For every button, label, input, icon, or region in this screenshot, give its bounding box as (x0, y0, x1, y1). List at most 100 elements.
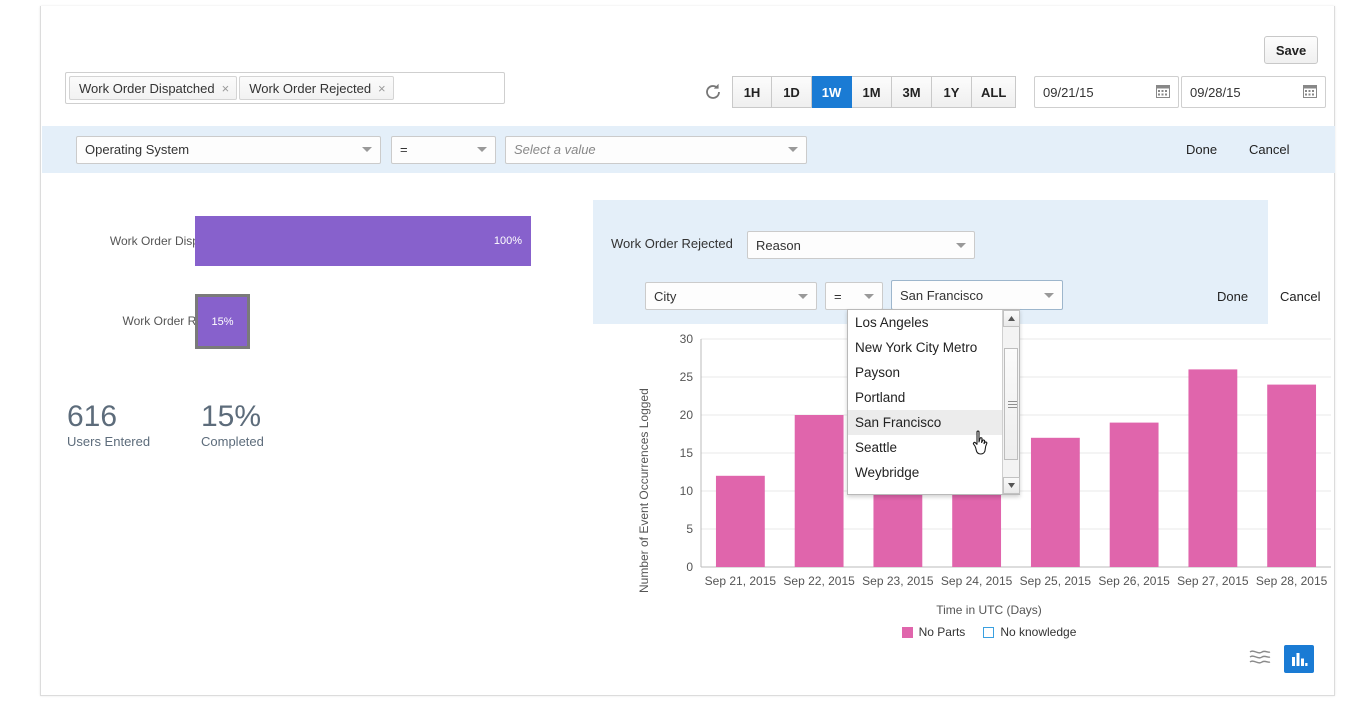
legend-swatch (983, 627, 994, 638)
start-date-input[interactable]: 09/21/15 (1034, 76, 1179, 108)
filter-value-select[interactable]: Select a value (505, 136, 807, 164)
chart-legend: No Parts No knowledge (639, 625, 1339, 639)
stat-label-users-entered: Users Entered (67, 434, 150, 449)
range-button-1d[interactable]: 1D (772, 76, 812, 108)
stat-value-completed: 15% (201, 400, 261, 434)
svg-text:30: 30 (680, 332, 694, 346)
event-chip-label: Work Order Dispatched (79, 81, 215, 96)
breakdown-panel: Work Order Rejected Reason City = San Fr… (593, 200, 1268, 324)
legend-label: No knowledge (1000, 625, 1076, 639)
time-range-selector[interactable]: 1H 1D 1W 1M 3M 1Y ALL (732, 76, 1016, 108)
calendar-icon[interactable] (1303, 84, 1317, 101)
chevron-down-icon[interactable] (469, 147, 487, 152)
breakdown-event-label: Work Order Rejected (611, 236, 733, 251)
funnel-bar-percent: 15% (211, 316, 233, 328)
event-chip[interactable]: Work Order Rejected × (239, 76, 393, 100)
svg-text:10: 10 (680, 484, 694, 498)
legend-item-no-knowledge[interactable]: No knowledge (983, 625, 1076, 639)
filter-operator-value: = (400, 142, 408, 157)
scroll-down-arrow-icon[interactable] (1003, 477, 1020, 494)
legend-label: No Parts (919, 625, 966, 639)
event-chip-label: Work Order Rejected (249, 81, 371, 96)
end-date-input[interactable]: 09/28/15 (1181, 76, 1326, 108)
refresh-icon[interactable] (702, 81, 724, 103)
event-chips-field[interactable]: Work Order Dispatched × Work Order Rejec… (65, 72, 505, 104)
chart-bar[interactable] (1267, 385, 1316, 567)
funnel-bar-dispatched[interactable]: 100% (195, 216, 531, 266)
chart-x-tick-label: Sep 22, 2015 (783, 574, 855, 588)
chart-bar[interactable] (1188, 369, 1237, 567)
range-button-3m[interactable]: 3M (892, 76, 932, 108)
city-dropdown-list[interactable]: Los AngelesNew York City MetroPaysonPort… (847, 309, 1020, 495)
event-chip[interactable]: Work Order Dispatched × (69, 76, 237, 100)
remove-chip-icon[interactable]: × (378, 82, 386, 95)
breakdown-filter-operator-select[interactable]: = (825, 282, 883, 310)
group-by-value: Reason (756, 238, 801, 253)
filter-operator-select[interactable]: = (391, 136, 496, 164)
legend-item-no-parts[interactable]: No Parts (902, 625, 966, 639)
breakdown-filter-value-select[interactable]: San Francisco (891, 280, 1063, 310)
stat-value-users-entered: 616 (67, 400, 117, 434)
chart-x-tick-label: Sep 21, 2015 (705, 574, 777, 588)
dropdown-scrollbar[interactable] (1002, 310, 1019, 494)
chart-y-axis-label: Number of Event Occurrences Logged (637, 343, 651, 593)
chart-bar[interactable] (716, 476, 765, 567)
chart-bar[interactable] (795, 415, 844, 567)
range-button-1y[interactable]: 1Y (932, 76, 972, 108)
save-button[interactable]: Save (1264, 36, 1318, 64)
chevron-down-icon[interactable] (790, 294, 808, 299)
dropdown-option[interactable]: New York City Metro (848, 335, 1019, 360)
end-date-value: 09/28/15 (1190, 85, 1241, 100)
app-root: Save Work Order Dispatched × Work Order … (0, 0, 1362, 702)
bar-chart-icon[interactable] (1284, 645, 1314, 673)
filter-attribute-value: Operating System (85, 142, 189, 157)
svg-text:15: 15 (680, 446, 694, 460)
svg-text:20: 20 (680, 408, 694, 422)
breakdown-cancel-button[interactable]: Cancel (1280, 289, 1320, 304)
chart-x-tick-label: Sep 25, 2015 (1020, 574, 1092, 588)
dropdown-option[interactable]: Portland (848, 385, 1019, 410)
funnel-bar-percent: 100% (494, 235, 522, 247)
range-button-all[interactable]: ALL (972, 76, 1016, 108)
dropdown-option[interactable]: Payson (848, 360, 1019, 385)
funnel-bar-rejected[interactable]: 15% (198, 297, 247, 346)
breakdown-filter-attribute-select[interactable]: City (645, 282, 817, 310)
remove-chip-icon[interactable]: × (222, 82, 230, 95)
chart-x-tick-label: Sep 23, 2015 (862, 574, 934, 588)
range-button-1m[interactable]: 1M (852, 76, 892, 108)
svg-text:25: 25 (680, 370, 694, 384)
scroll-up-arrow-icon[interactable] (1003, 310, 1020, 327)
filter-attribute-select[interactable]: Operating System (76, 136, 381, 164)
calendar-icon[interactable] (1156, 84, 1170, 101)
global-filter-cancel-button[interactable]: Cancel (1249, 142, 1289, 157)
breakdown-filter-value: San Francisco (900, 288, 983, 303)
scrollbar-grip-icon (1008, 401, 1017, 408)
chart-x-tick-label: Sep 24, 2015 (941, 574, 1013, 588)
chart-bar[interactable] (1031, 438, 1080, 567)
scrollbar-thumb[interactable] (1004, 348, 1018, 460)
mouse-cursor-icon (971, 430, 995, 465)
chart-x-tick-label: Sep 27, 2015 (1177, 574, 1249, 588)
breakdown-done-button[interactable]: Done (1217, 289, 1248, 304)
chart-x-tick-label: Sep 26, 2015 (1098, 574, 1170, 588)
chart-x-tick-label: Sep 28, 2015 (1256, 574, 1328, 588)
chevron-down-icon[interactable] (780, 147, 798, 152)
range-button-1w[interactable]: 1W (812, 76, 852, 108)
chevron-down-icon[interactable] (1036, 293, 1054, 298)
start-date-value: 09/21/15 (1043, 85, 1094, 100)
stacked-lines-icon[interactable] (1248, 647, 1272, 672)
group-by-select[interactable]: Reason (747, 231, 975, 259)
svg-text:0: 0 (686, 560, 693, 574)
chart-x-axis-label: Time in UTC (Days) (639, 603, 1339, 617)
chevron-down-icon[interactable] (948, 243, 966, 248)
chart-bar[interactable] (1110, 423, 1159, 567)
global-filter-done-button[interactable]: Done (1186, 142, 1217, 157)
range-button-1h[interactable]: 1H (732, 76, 772, 108)
legend-swatch (902, 627, 913, 638)
chevron-down-icon[interactable] (354, 147, 372, 152)
chevron-down-icon[interactable] (856, 294, 874, 299)
stat-label-completed: Completed (201, 434, 264, 449)
breakdown-filter-operator-value: = (834, 289, 842, 304)
dropdown-option[interactable]: Los Angeles (848, 310, 1019, 335)
analytics-card: Save Work Order Dispatched × Work Order … (40, 6, 1335, 696)
